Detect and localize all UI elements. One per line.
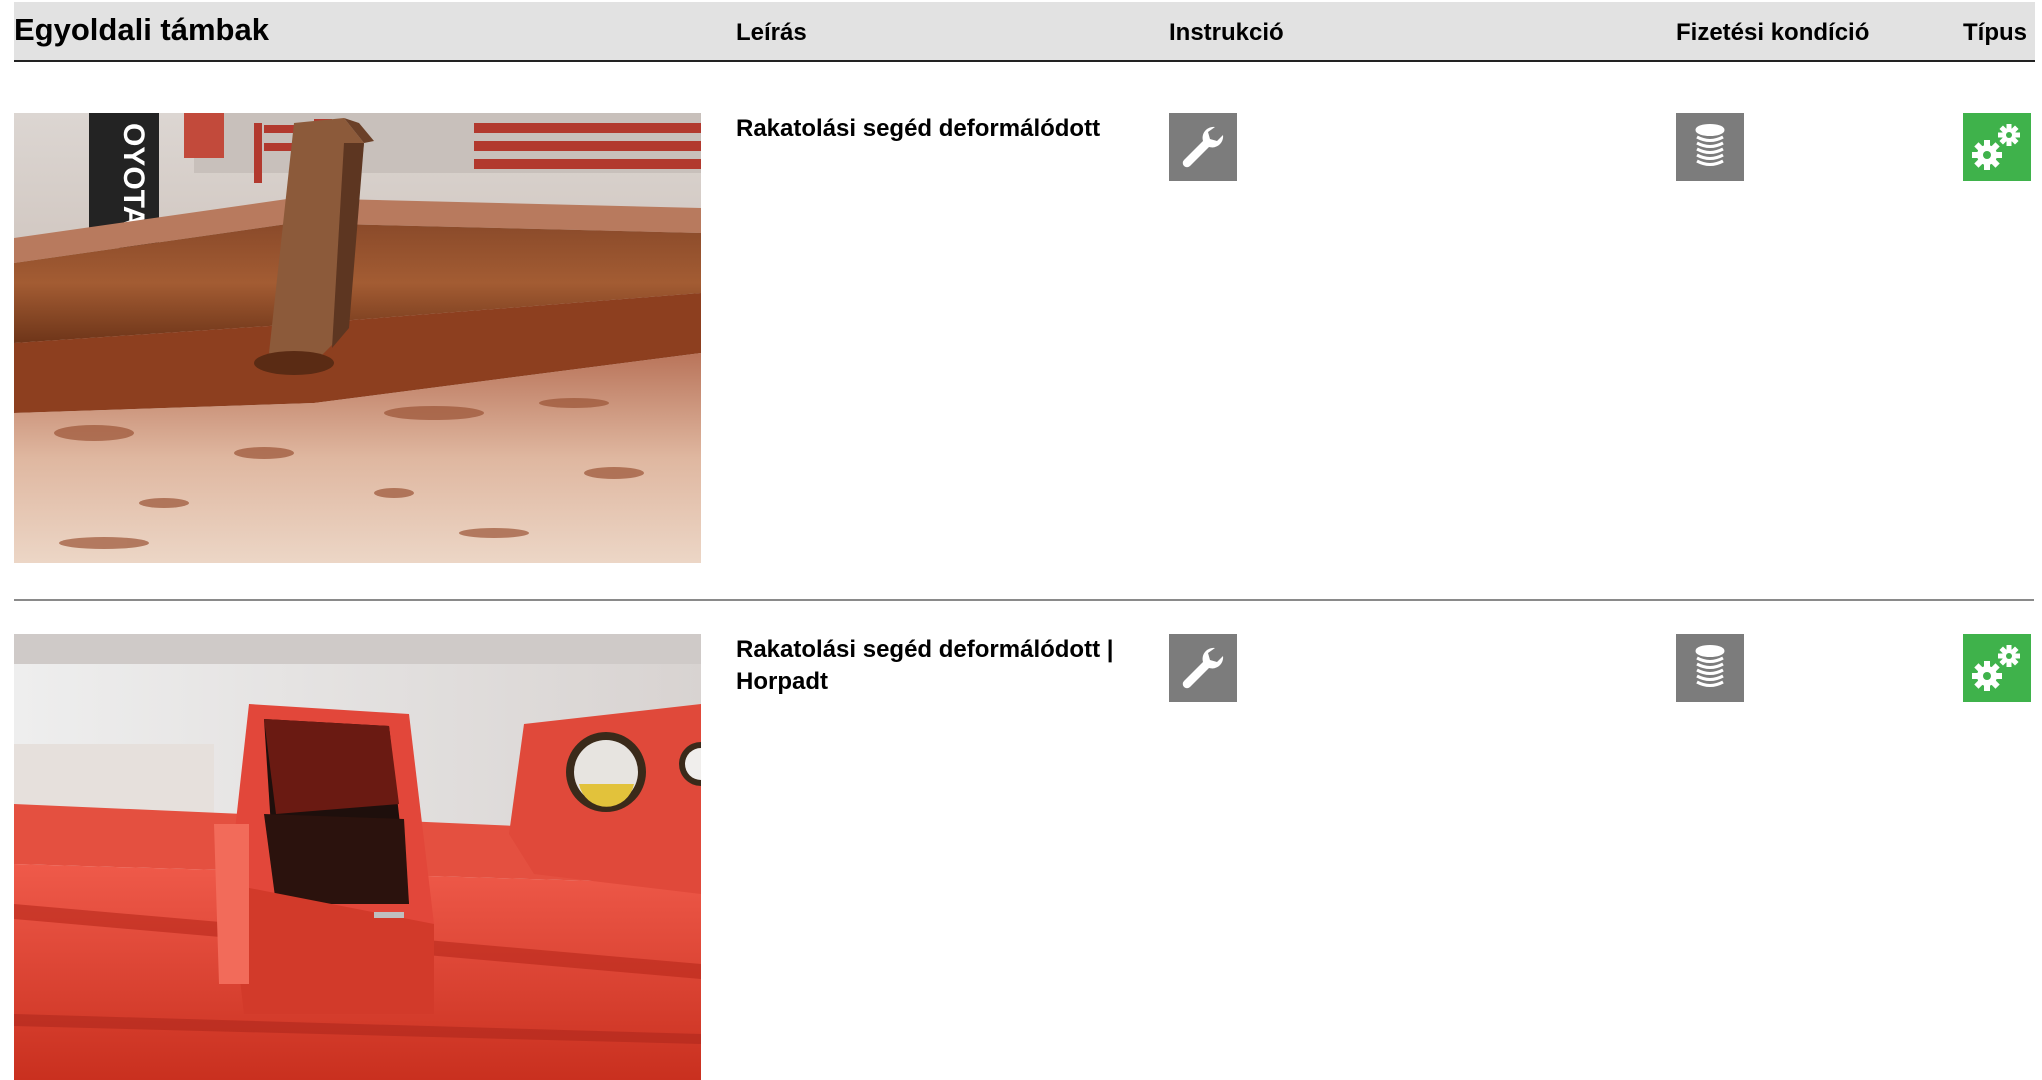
column-header-description: Leírás — [736, 19, 807, 46]
coin-stack-icon[interactable] — [1676, 634, 1744, 702]
row-description: Rakatolási segéd deformálódott — [736, 115, 1101, 142]
gears-icon[interactable] — [1963, 113, 2031, 181]
forklift-brand-text: OYOTA — [117, 123, 150, 227]
coin-stack-icon[interactable] — [1676, 113, 1744, 181]
wrench-icon[interactable] — [1169, 113, 1237, 181]
row-divider — [14, 599, 2034, 601]
damage-photo-rusty-stacking-aid: OYOTA — [14, 113, 701, 563]
page-title: Egyoldali támbak — [14, 12, 269, 47]
column-header-payment: Fizetési kondíció — [1676, 19, 1870, 46]
table-header: Egyoldali támbak Leírás Instrukció Fizet… — [14, 2, 2035, 62]
row-description: Rakatolási segéd deformálódott | Horpadt — [736, 636, 1114, 695]
wrench-icon[interactable] — [1169, 634, 1237, 702]
column-header-type: Típus — [1963, 19, 2027, 46]
column-header-instruction: Instrukció — [1169, 19, 1284, 46]
gears-icon[interactable] — [1963, 634, 2031, 702]
damage-photo-dented-stacking-aid — [14, 634, 701, 1080]
